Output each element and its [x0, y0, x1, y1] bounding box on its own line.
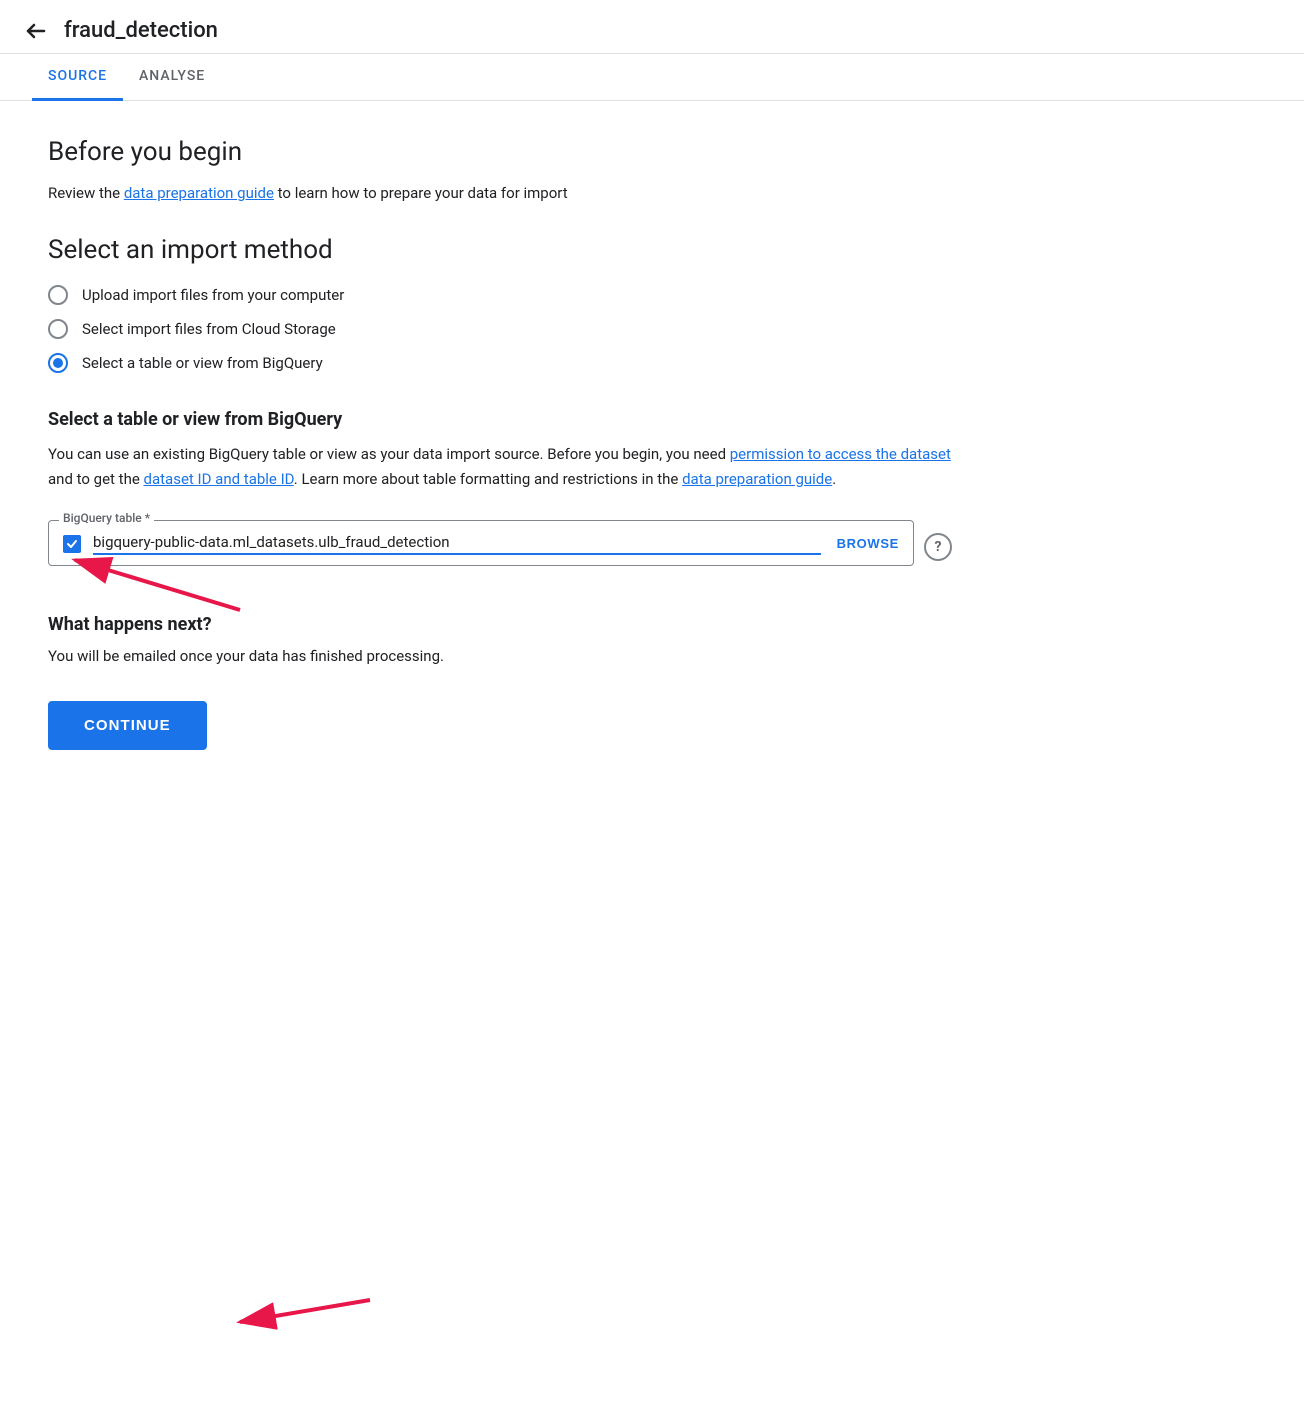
radio-cloud-label: Select import files from Cloud Storage	[82, 320, 336, 338]
bigquery-table-field: BigQuery table * bigquery-public-data.ml…	[48, 520, 914, 566]
import-method-section: Select an import method Upload import fi…	[48, 235, 952, 373]
permission-link[interactable]: permission to access the dataset	[730, 445, 951, 463]
radio-option-bigquery[interactable]: Select a table or view from BigQuery	[48, 353, 952, 373]
tab-source[interactable]: SOURCE	[32, 54, 123, 101]
before-you-begin-section: Before you begin Review the data prepara…	[48, 137, 952, 205]
tab-analyse[interactable]: ANALYSE	[123, 54, 221, 101]
bigquery-table-value[interactable]: bigquery-public-data.ml_datasets.ulb_fra…	[93, 533, 821, 555]
bigquery-section: Select a table or view from BigQuery You…	[48, 409, 952, 574]
help-icon[interactable]: ?	[924, 533, 952, 561]
radio-option-cloud-storage[interactable]: Select import files from Cloud Storage	[48, 319, 952, 339]
what-happens-next-description: You will be emailed once your data has f…	[48, 647, 952, 665]
radio-upload-label: Upload import files from your computer	[82, 286, 344, 304]
data-prep-guide-link-1[interactable]: data preparation guide	[124, 184, 274, 202]
tabs-bar: SOURCE ANALYSE	[0, 54, 1304, 101]
dataset-id-link[interactable]: dataset ID and table ID	[144, 470, 294, 488]
radio-bigquery-selected-dot	[53, 358, 63, 368]
before-you-begin-description: Review the data preparation guide to lea…	[48, 181, 952, 205]
before-you-begin-title: Before you begin	[48, 137, 952, 167]
bigquery-checkbox	[63, 535, 81, 553]
bigquery-field-row: BigQuery table * bigquery-public-data.ml…	[48, 520, 952, 574]
bigquery-field-label: BigQuery table *	[59, 511, 154, 525]
page-title: fraud_detection	[64, 18, 218, 43]
radio-bigquery-indicator	[48, 353, 68, 373]
what-happens-next-section: What happens next? You will be emailed o…	[48, 614, 952, 750]
browse-button[interactable]: BROWSE	[837, 536, 899, 551]
continue-button[interactable]: CONTINUE	[48, 701, 207, 750]
import-method-title: Select an import method	[48, 235, 952, 265]
back-button[interactable]	[24, 19, 48, 43]
radio-cloud-indicator	[48, 319, 68, 339]
what-happens-next-title: What happens next?	[48, 614, 952, 635]
bigquery-description: You can use an existing BigQuery table o…	[48, 442, 952, 492]
bigquery-section-title: Select a table or view from BigQuery	[48, 409, 952, 430]
radio-upload-indicator	[48, 285, 68, 305]
data-prep-guide-link-2[interactable]: data preparation guide	[682, 470, 832, 488]
radio-option-upload[interactable]: Upload import files from your computer	[48, 285, 952, 305]
import-method-radio-group: Upload import files from your computer S…	[48, 285, 952, 373]
radio-bigquery-label: Select a table or view from BigQuery	[82, 354, 323, 372]
